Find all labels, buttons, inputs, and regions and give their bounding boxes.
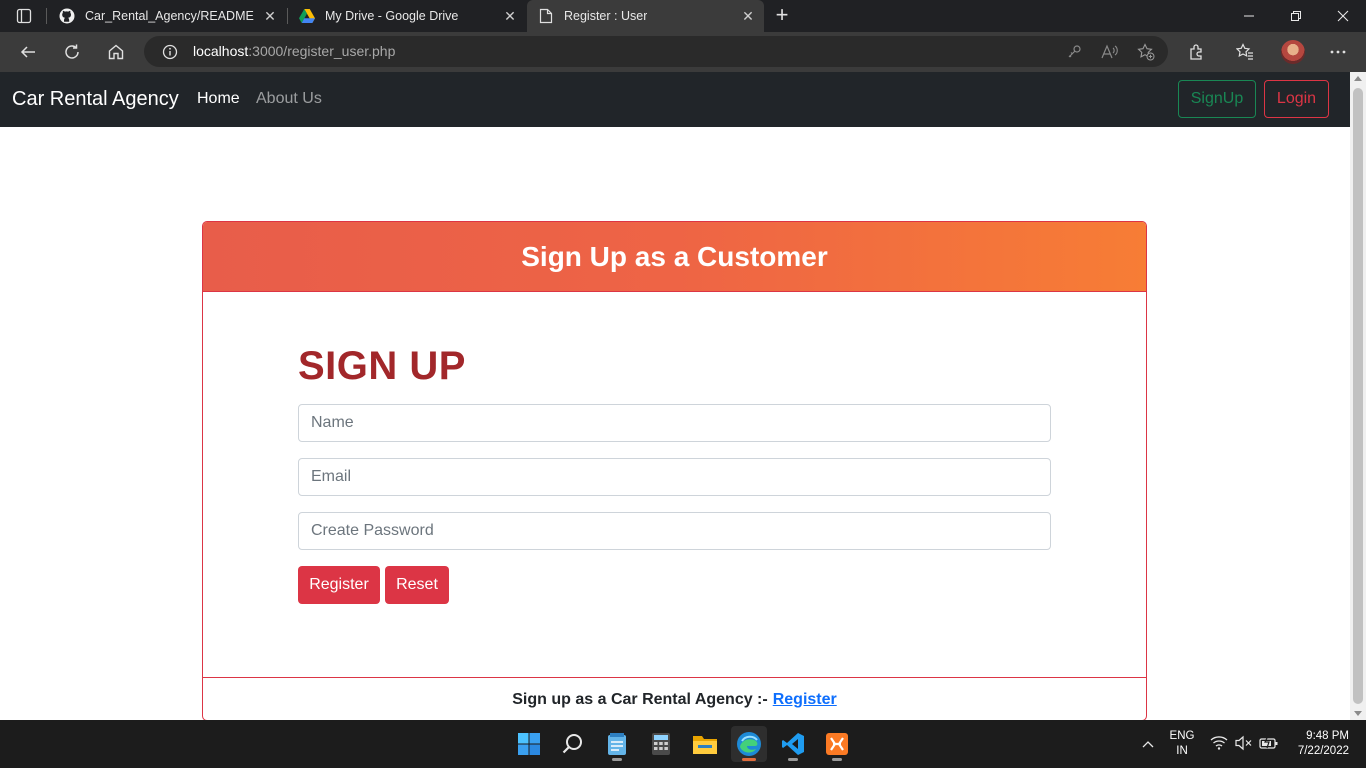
card-header-title: Sign Up as a Customer bbox=[521, 240, 828, 272]
page-icon bbox=[537, 7, 555, 25]
file-explorer-icon[interactable] bbox=[687, 726, 723, 762]
tab-actions-icon[interactable] bbox=[12, 6, 36, 26]
clock-time: 9:48 PM bbox=[1306, 730, 1349, 742]
nav-link-about-us[interactable]: About Us bbox=[256, 90, 322, 108]
volume-muted-icon[interactable] bbox=[1235, 735, 1253, 756]
region-code: IN bbox=[1176, 745, 1188, 757]
agency-register-link[interactable]: Register bbox=[773, 691, 837, 709]
address-bar[interactable]: localhost:3000/register_user.php bbox=[144, 36, 1168, 67]
signup-card: Sign Up as a Customer SIGN UP Register R… bbox=[202, 221, 1147, 720]
agency-signup-text: Sign up as a Car Rental Agency :- bbox=[512, 691, 768, 708]
active-indicator bbox=[742, 758, 756, 761]
tab-separator bbox=[46, 8, 47, 24]
read-aloud-icon[interactable] bbox=[1100, 42, 1120, 62]
more-options-icon[interactable] bbox=[1326, 40, 1350, 64]
windows-start-icon[interactable] bbox=[511, 726, 547, 762]
refresh-icon[interactable] bbox=[60, 40, 84, 64]
site-info-icon[interactable] bbox=[160, 42, 180, 62]
notepad-icon[interactable] bbox=[599, 726, 635, 762]
restore-icon[interactable] bbox=[1273, 0, 1319, 32]
tab-github-readme[interactable]: Car_Rental_Agency/README.md ✕ bbox=[48, 0, 286, 32]
tab-title: Car_Rental_Agency/README.md bbox=[85, 9, 255, 23]
tab-register-user[interactable]: Register : User ✕ bbox=[527, 0, 764, 32]
language-indicator[interactable]: ENG IN bbox=[1166, 729, 1198, 759]
tab-title: Register : User bbox=[564, 9, 648, 23]
vscode-icon[interactable] bbox=[775, 726, 811, 762]
signup-button[interactable]: SignUp bbox=[1178, 80, 1256, 118]
github-icon bbox=[58, 7, 76, 25]
tab-title: My Drive - Google Drive bbox=[325, 9, 459, 23]
password-input[interactable] bbox=[298, 512, 1051, 550]
wifi-icon[interactable] bbox=[1210, 735, 1228, 756]
system-clock[interactable]: 9:48 PM 7/22/2022 bbox=[1283, 729, 1349, 759]
home-icon[interactable] bbox=[104, 40, 128, 64]
new-tab-icon[interactable]: + bbox=[771, 4, 793, 27]
google-drive-icon bbox=[298, 7, 316, 25]
search-icon[interactable] bbox=[555, 726, 591, 762]
form-title: SIGN UP bbox=[298, 344, 466, 388]
close-tab-icon[interactable]: ✕ bbox=[502, 8, 518, 24]
language-code: ENG bbox=[1169, 730, 1195, 742]
card-footer: Sign up as a Car Rental Agency :- Regist… bbox=[203, 677, 1146, 720]
close-window-icon[interactable] bbox=[1320, 0, 1366, 32]
favorites-icon[interactable] bbox=[1233, 40, 1257, 64]
card-header: Sign Up as a Customer bbox=[203, 222, 1146, 292]
running-indicator bbox=[788, 758, 798, 761]
site-brand[interactable]: Car Rental Agency bbox=[12, 88, 179, 111]
site-navbar: Car Rental Agency Home About Us SignUp L… bbox=[0, 72, 1350, 127]
web-page: Car Rental Agency Home About Us SignUp L… bbox=[0, 72, 1350, 720]
browser-tab-bar: Car_Rental_Agency/README.md ✕ My Drive -… bbox=[0, 0, 1366, 32]
signup-form: SIGN UP Register Reset bbox=[203, 292, 1146, 677]
browser-toolbar: localhost:3000/register_user.php bbox=[0, 32, 1366, 72]
login-button[interactable]: Login bbox=[1264, 80, 1329, 118]
chevron-up-icon[interactable] bbox=[1138, 734, 1158, 754]
url-path: :3000/register_user.php bbox=[248, 43, 396, 59]
clock-date: 7/22/2022 bbox=[1297, 745, 1349, 757]
scroll-down-icon[interactable] bbox=[1354, 711, 1362, 716]
edge-icon[interactable] bbox=[731, 726, 767, 762]
profile-avatar[interactable] bbox=[1281, 40, 1305, 64]
minimize-icon[interactable] bbox=[1226, 0, 1272, 32]
key-icon[interactable] bbox=[1064, 42, 1084, 62]
scroll-up-icon[interactable] bbox=[1354, 76, 1362, 81]
tab-google-drive[interactable]: My Drive - Google Drive ✕ bbox=[288, 0, 526, 32]
running-indicator bbox=[832, 758, 842, 761]
close-tab-icon[interactable]: ✕ bbox=[740, 8, 756, 24]
running-indicator bbox=[612, 758, 622, 761]
url-text: localhost:3000/register_user.php bbox=[193, 43, 395, 59]
email-input[interactable] bbox=[298, 458, 1051, 496]
xampp-icon[interactable] bbox=[819, 726, 855, 762]
register-button[interactable]: Register bbox=[298, 566, 380, 604]
windows-taskbar: ENG IN 9:48 PM 7/22/2022 bbox=[0, 720, 1366, 768]
name-input[interactable] bbox=[298, 404, 1051, 442]
calculator-icon[interactable] bbox=[643, 726, 679, 762]
back-icon[interactable] bbox=[16, 40, 40, 64]
page-scrollbar[interactable] bbox=[1350, 72, 1366, 720]
battery-icon[interactable] bbox=[1259, 735, 1279, 756]
extensions-icon[interactable] bbox=[1185, 40, 1209, 64]
scroll-thumb[interactable] bbox=[1353, 88, 1363, 704]
url-host: localhost bbox=[193, 43, 249, 59]
close-tab-icon[interactable]: ✕ bbox=[262, 8, 278, 24]
nav-link-home[interactable]: Home bbox=[197, 90, 240, 108]
reset-button[interactable]: Reset bbox=[385, 566, 449, 604]
add-favorite-icon[interactable] bbox=[1136, 42, 1156, 62]
